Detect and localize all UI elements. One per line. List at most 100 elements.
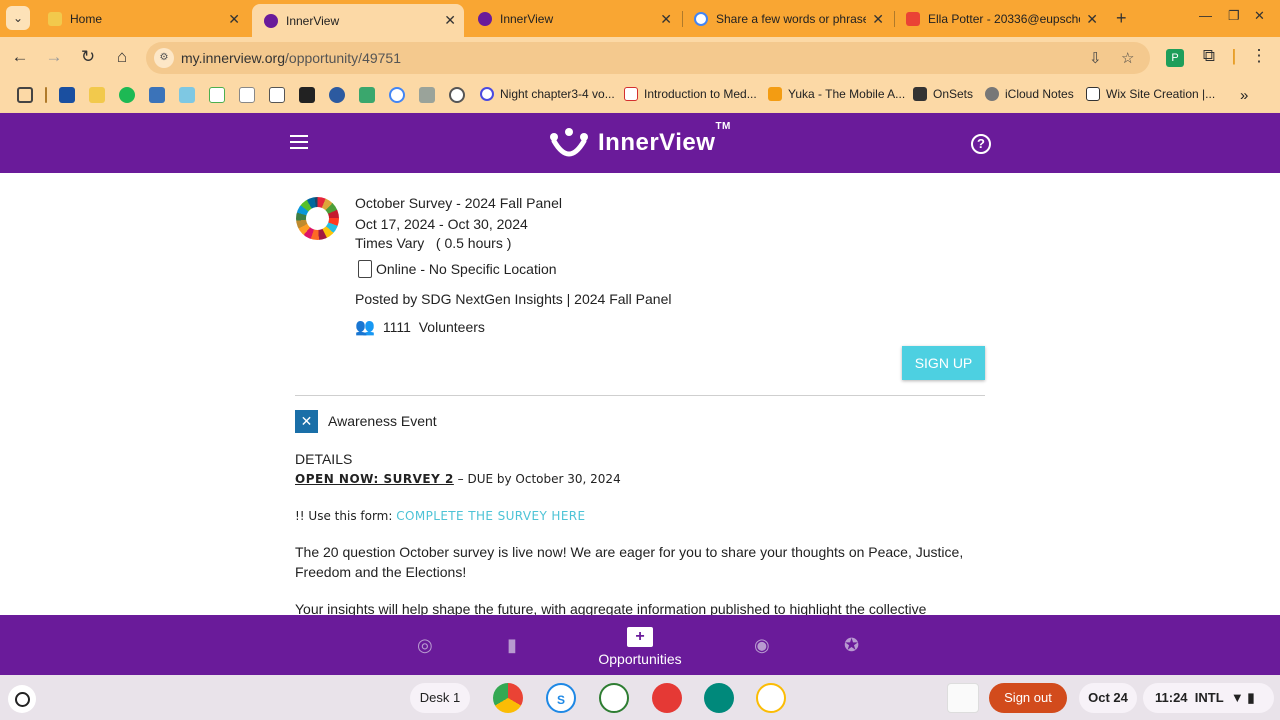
bookmark-label: iCloud Notes xyxy=(1005,87,1074,101)
bookmark-label: OnSets xyxy=(933,87,974,101)
app-s-icon[interactable]: S xyxy=(546,683,576,713)
site-info-icon[interactable]: ⚙ xyxy=(154,48,174,68)
app-chart-icon[interactable] xyxy=(599,683,629,713)
close-icon[interactable]: ✕ xyxy=(872,11,884,28)
bookmark-q-icon[interactable] xyxy=(209,87,225,103)
address-bar[interactable]: ⚙ my.innerview.org/opportunity/49751 ⇩ ☆ xyxy=(146,42,1150,74)
close-window-icon[interactable]: ✕ xyxy=(1254,8,1265,24)
bookmark-favicon-icon xyxy=(624,87,638,101)
globe-icon[interactable]: ◉ xyxy=(754,635,770,656)
date-indicator[interactable]: Oct 24 xyxy=(1079,683,1137,713)
system-status-tray[interactable]: 11:24 INTL ▼ ▮ xyxy=(1143,683,1274,713)
bookmark-label: Introduction to Med... xyxy=(644,87,757,101)
help-icon[interactable]: ? xyxy=(971,134,991,154)
battery-icon: ▮ xyxy=(1247,690,1255,705)
more-bookmarks-icon[interactable]: » xyxy=(1240,87,1248,104)
bookmark-pen-icon[interactable] xyxy=(239,87,255,103)
bookmark-wix[interactable]: Wix Site Creation |... xyxy=(1086,87,1215,101)
fingerprint-icon[interactable]: ◎ xyxy=(417,635,433,656)
tab-search-chevron-icon[interactable]: ⌄ xyxy=(6,6,30,30)
tab-home[interactable]: Home ✕ xyxy=(36,4,248,34)
bookmark-label: Yuka - The Mobile A... xyxy=(788,87,906,101)
app-slides-icon[interactable] xyxy=(704,683,734,713)
back-icon[interactable]: ← xyxy=(9,47,31,67)
restore-icon[interactable]: ❐ xyxy=(1228,8,1240,24)
bookmark-globe-icon[interactable] xyxy=(329,87,345,103)
tab-innerview[interactable]: InnerView ✕ xyxy=(466,4,680,34)
brand-text: InnerView xyxy=(598,129,716,156)
extension-p-icon[interactable]: P xyxy=(1166,49,1184,67)
bookmark-yuka[interactable]: Yuka - The Mobile A... xyxy=(768,87,905,101)
calculator-icon[interactable] xyxy=(269,87,285,103)
url-text: my.innerview.org/opportunity/49751 xyxy=(181,50,401,66)
opportunity-content: October Survey - 2024 Fall Panel Oct 17,… xyxy=(0,173,1280,615)
brand-name: InnerViewTM xyxy=(598,121,731,157)
tab-gmail[interactable]: Ella Potter - 20336@eupscho ✕ xyxy=(894,4,1106,34)
innerview-logo[interactable]: InnerViewTM xyxy=(548,121,731,159)
open-now-bold: OPEN NOW: SURVEY 2 xyxy=(295,472,454,486)
tab-innerview-active[interactable]: InnerView ✕ xyxy=(252,4,464,37)
spotify-icon[interactable] xyxy=(119,87,135,103)
close-icon[interactable]: ✕ xyxy=(660,11,672,28)
awareness-event-icon: ✕ xyxy=(295,410,318,433)
bookmark-night-chapter[interactable]: Night chapter3-4 vo... xyxy=(480,87,615,101)
paint-palette-icon[interactable] xyxy=(652,683,682,713)
star-badge-icon[interactable]: ✪ xyxy=(844,635,859,656)
form-prefix: !! Use this form: xyxy=(295,509,397,523)
forward-icon[interactable]: → xyxy=(43,47,65,67)
volunteer-label: Volunteers xyxy=(418,319,485,335)
bookmark-label: Wix Site Creation |... xyxy=(1106,87,1216,101)
tab-strip: ⌄ Home ✕ InnerView ✕ InnerView ✕ Share a… xyxy=(0,0,1280,37)
chrome-icon[interactable] xyxy=(493,683,523,713)
bookmark-intro-med[interactable]: Introduction to Med... xyxy=(624,87,757,101)
nav-opportunities[interactable]: + Opportunities xyxy=(598,625,682,667)
install-app-icon[interactable]: ⇩ xyxy=(1089,49,1102,67)
apple-icon xyxy=(985,87,999,101)
close-icon[interactable]: ✕ xyxy=(1086,11,1098,28)
tab-title: InnerView xyxy=(286,13,340,28)
google-icon[interactable] xyxy=(389,87,405,103)
sign-up-button[interactable]: SIGN UP xyxy=(902,346,985,380)
innerview-favicon-icon xyxy=(264,13,278,28)
menu-icon[interactable] xyxy=(290,135,308,149)
google-classroom-icon[interactable] xyxy=(756,683,786,713)
more-menu-icon[interactable]: ⋮ xyxy=(1248,46,1270,66)
divider xyxy=(295,395,985,396)
bookmark-classroom-icon[interactable] xyxy=(89,87,105,103)
bookmark-n-icon[interactable] xyxy=(149,87,165,103)
bookmark-star-icon[interactable]: ☆ xyxy=(1121,49,1134,67)
bookmark-v-icon[interactable] xyxy=(419,87,435,103)
reload-icon[interactable]: ↻ xyxy=(77,47,99,67)
sigma-icon[interactable] xyxy=(299,87,315,103)
new-tab-icon[interactable]: + xyxy=(1116,8,1127,29)
apps-grid-icon[interactable] xyxy=(17,87,33,103)
complete-survey-link[interactable]: COMPLETE THE SURVEY HERE xyxy=(396,509,585,523)
sign-out-button[interactable]: Sign out xyxy=(989,683,1067,713)
open-now-line: OPEN NOW: SURVEY 2 – DUE by October 30, … xyxy=(295,472,621,486)
search-bookmark-icon xyxy=(480,87,494,101)
times-text: Times Vary xyxy=(355,235,425,251)
innerview-logo-icon xyxy=(550,128,588,157)
home-icon[interactable]: ⌂ xyxy=(111,47,133,67)
bookmark-icloud[interactable]: iCloud Notes xyxy=(985,87,1074,101)
bookmark-site-icon[interactable] xyxy=(59,87,75,103)
google-favicon-icon xyxy=(694,12,708,26)
bookmark-m-icon[interactable] xyxy=(359,87,375,103)
separator-icon: | xyxy=(1231,46,1237,65)
minimize-icon[interactable]: — xyxy=(1199,8,1212,23)
browser-toolbar: ← → ↻ ⌂ ⚙ my.innerview.org/opportunity/4… xyxy=(0,37,1280,79)
launcher-icon[interactable] xyxy=(8,685,36,713)
bar-chart-icon[interactable]: ▮ xyxy=(507,635,517,656)
close-icon[interactable]: ✕ xyxy=(444,12,456,29)
bookmark-circle-icon[interactable] xyxy=(449,87,465,103)
extensions-puzzle-icon[interactable]: ⧉ xyxy=(1198,46,1220,66)
desk-button[interactable]: Desk 1 xyxy=(410,683,470,713)
tab-google[interactable]: Share a few words or phrase ✕ xyxy=(682,4,892,34)
bookmark-s-icon[interactable] xyxy=(179,87,195,103)
close-icon[interactable]: ✕ xyxy=(228,11,240,28)
tote-thumbnail[interactable] xyxy=(947,683,979,713)
bookmarks-bar: Night chapter3-4 vo... Introduction to M… xyxy=(0,79,1280,113)
tab-title: InnerView xyxy=(500,12,554,26)
bookmark-onsets[interactable]: OnSets xyxy=(913,87,973,101)
app-header: InnerViewTM ? xyxy=(0,113,1280,173)
